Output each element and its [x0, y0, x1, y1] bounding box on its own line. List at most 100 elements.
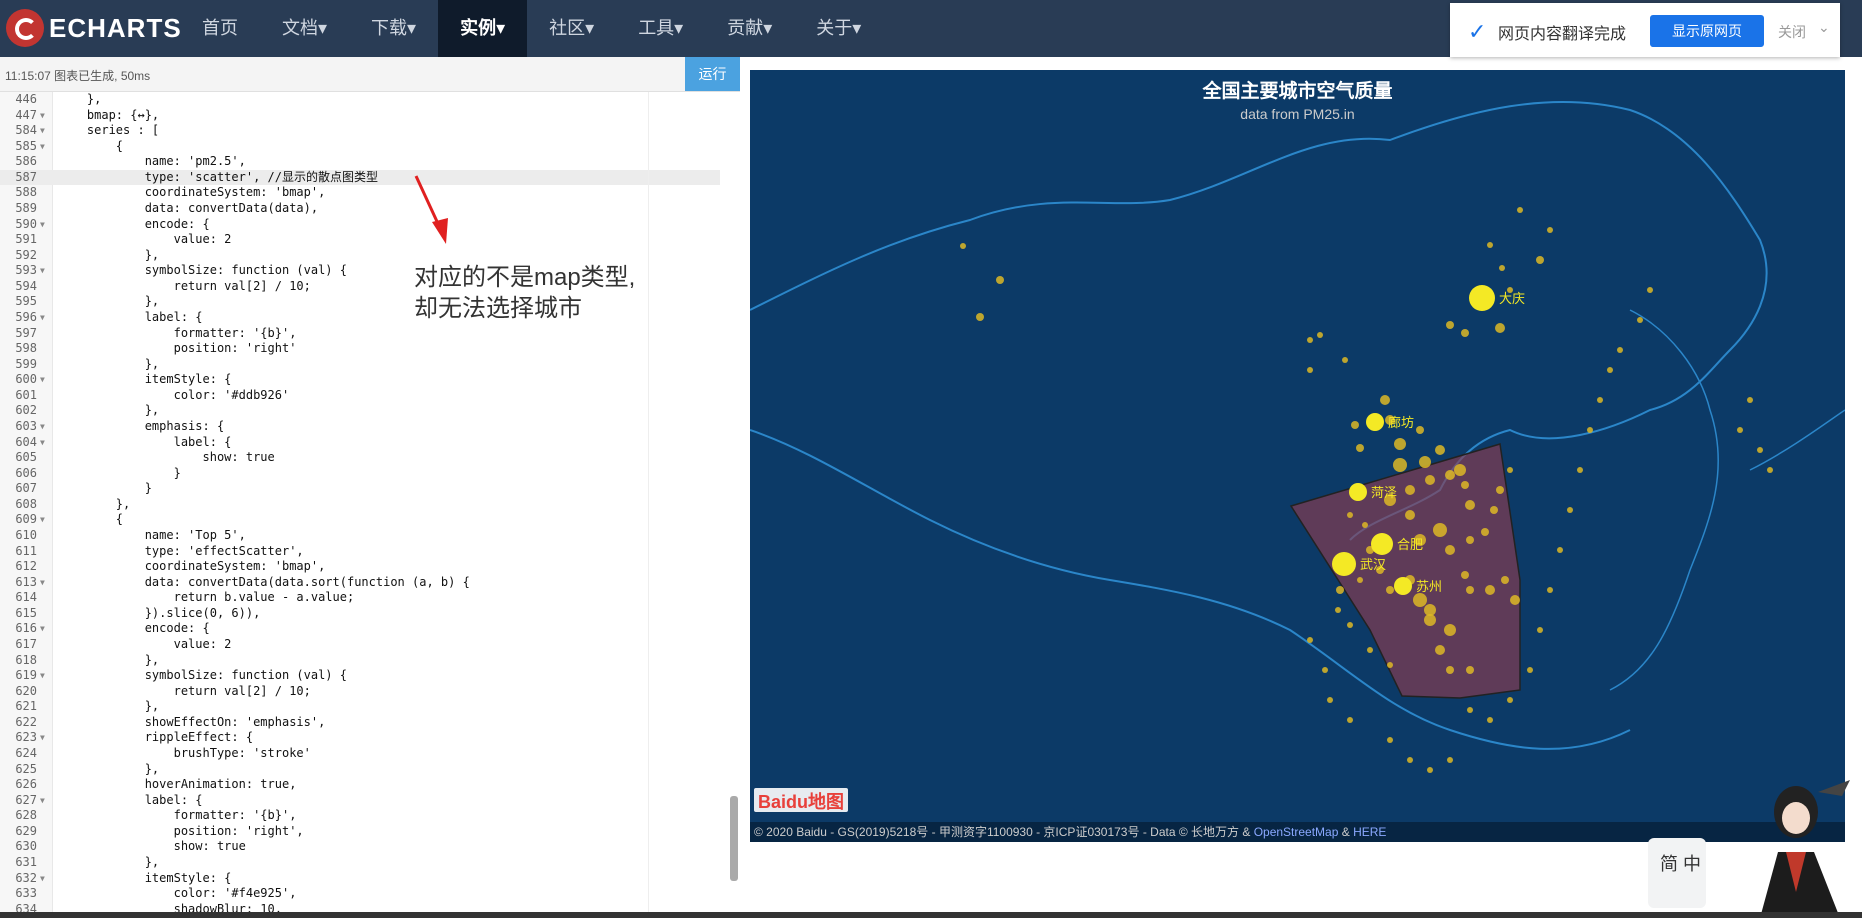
scatter-point[interactable] — [1446, 321, 1454, 329]
nav-item-5[interactable]: 工具▾ — [616, 0, 705, 57]
show-original-button[interactable]: 显示原网页 — [1650, 15, 1764, 47]
scatter-point[interactable] — [1416, 426, 1424, 434]
scatter-point[interactable] — [1407, 757, 1413, 763]
scatter-point[interactable] — [1424, 604, 1436, 616]
scatter-point[interactable] — [1351, 421, 1359, 429]
code-line[interactable]: 584 ▼ series : [ — [0, 123, 720, 139]
scatter-point[interactable] — [1357, 577, 1363, 583]
top-city-point[interactable] — [1366, 413, 1384, 431]
scatter-point[interactable] — [1307, 637, 1313, 643]
code-line[interactable]: 625 }, — [0, 762, 720, 778]
code-line[interactable]: 591 value: 2 — [0, 232, 720, 248]
scatter-point[interactable] — [1461, 481, 1469, 489]
code-line[interactable]: 616 ▼ encode: { — [0, 621, 720, 637]
scatter-point[interactable] — [1466, 586, 1474, 594]
scatter-point[interactable] — [1467, 707, 1473, 713]
scatter-point[interactable] — [1597, 397, 1603, 403]
run-button[interactable]: 运行 — [685, 57, 740, 91]
code-line[interactable]: 613 ▼ data: convertData(data.sort(functio… — [0, 575, 720, 591]
scatter-point[interactable] — [1617, 347, 1623, 353]
top-city-point[interactable] — [1349, 483, 1367, 501]
nav-item-0[interactable]: 首页 — [180, 0, 260, 57]
scatter-point[interactable] — [1446, 666, 1454, 674]
scatter-point[interactable] — [1419, 456, 1431, 468]
fold-arrow-icon[interactable]: ▼ — [40, 139, 45, 155]
code-line[interactable]: 586 name: 'pm2.5', — [0, 154, 720, 170]
scatter-point[interactable] — [1737, 427, 1743, 433]
code-line[interactable]: 605 show: true — [0, 450, 720, 466]
fold-arrow-icon[interactable]: ▼ — [40, 512, 45, 528]
code-line[interactable]: 600 ▼ itemStyle: { — [0, 372, 720, 388]
scatter-point[interactable] — [1447, 757, 1453, 763]
scatter-point[interactable] — [1405, 485, 1415, 495]
scatter-point[interactable] — [1362, 522, 1368, 528]
code-editor[interactable]: 446 }, 447 ▼ bmap: {↔}, 584 ▼ series : [585 ▼… — [0, 92, 740, 918]
scatter-point[interactable] — [1567, 507, 1573, 513]
scatter-point[interactable] — [1466, 536, 1474, 544]
top-city-point[interactable] — [1332, 552, 1356, 576]
code-line[interactable]: 619 ▼ symbolSize: function (val) { — [0, 668, 720, 684]
fold-arrow-icon[interactable]: ▼ — [40, 217, 45, 233]
code-line[interactable]: 632 ▼ itemStyle: { — [0, 871, 720, 887]
fold-arrow-icon[interactable]: ▼ — [40, 730, 45, 746]
code-line[interactable]: 599 }, — [0, 357, 720, 373]
scatter-point[interactable] — [1767, 467, 1773, 473]
scatter-point[interactable] — [1501, 576, 1509, 584]
code-line[interactable]: 588 coordinateSystem: 'bmap', — [0, 185, 720, 201]
scatter-point[interactable] — [1466, 666, 1474, 674]
code-line[interactable]: 585 ▼ { — [0, 139, 720, 155]
code-line[interactable]: 627 ▼ label: { — [0, 793, 720, 809]
fold-arrow-icon[interactable]: ▼ — [40, 123, 45, 139]
scatter-point[interactable] — [1405, 510, 1415, 520]
scatter-point[interactable] — [1336, 586, 1344, 594]
scatter-point[interactable] — [1487, 717, 1493, 723]
code-line[interactable]: 612 coordinateSystem: 'bmap', — [0, 559, 720, 575]
scatter-point[interactable] — [1335, 607, 1341, 613]
scatter-point[interactable] — [1435, 645, 1445, 655]
code-line[interactable]: 606 } — [0, 466, 720, 482]
scatter-point[interactable] — [976, 313, 984, 321]
scatter-point[interactable] — [1495, 323, 1505, 333]
bmap-chart[interactable]: 大庆 廊坊 菏泽 武汉 合肥 苏州 全国主要城市空气质量 data from PM25.i… — [750, 70, 1845, 842]
code-line[interactable]: 597 formatter: '{b}', — [0, 326, 720, 342]
fold-arrow-icon[interactable]: ▼ — [40, 621, 45, 637]
code-line[interactable]: 602 }, — [0, 403, 720, 419]
code-line[interactable]: 618 }, — [0, 653, 720, 669]
code-line[interactable]: 610 name: 'Top 5', — [0, 528, 720, 544]
code-line[interactable]: 620 return val[2] / 10; — [0, 684, 720, 700]
code-line[interactable]: 624 brushType: 'stroke' — [0, 746, 720, 762]
scatter-point[interactable] — [1445, 545, 1455, 555]
here-link[interactable]: HERE — [1353, 825, 1386, 839]
scatter-point[interactable] — [1387, 662, 1393, 668]
osm-link[interactable]: OpenStreetMap — [1254, 825, 1339, 839]
scatter-point[interactable] — [1496, 486, 1504, 494]
scatter-point[interactable] — [1547, 587, 1553, 593]
scatter-point[interactable] — [1367, 647, 1373, 653]
code-line[interactable]: 609 ▼ { — [0, 512, 720, 528]
scatter-point[interactable] — [1444, 624, 1456, 636]
scatter-point[interactable] — [1507, 697, 1513, 703]
code-line[interactable]: 447 ▼ bmap: {↔}, — [0, 108, 720, 124]
scatter-point[interactable] — [1499, 265, 1505, 271]
fold-arrow-icon[interactable]: ▼ — [40, 435, 45, 451]
scatter-point[interactable] — [1485, 585, 1495, 595]
echarts-logo[interactable]: ECHARTS — [6, 9, 182, 47]
nav-item-3[interactable]: 实例▾ — [438, 0, 528, 57]
fold-arrow-icon[interactable]: ▼ — [40, 372, 45, 388]
code-line[interactable]: 603 ▼ emphasis: { — [0, 419, 720, 435]
scatter-point[interactable] — [1757, 447, 1763, 453]
scatter-point[interactable] — [1747, 397, 1753, 403]
scatter-point[interactable] — [1386, 586, 1394, 594]
code-line[interactable]: 628 formatter: '{b}', — [0, 808, 720, 824]
scatter-point[interactable] — [1347, 622, 1353, 628]
scatter-point[interactable] — [1425, 475, 1435, 485]
nav-item-6[interactable]: 贡献▾ — [705, 0, 794, 57]
fold-arrow-icon[interactable]: ▼ — [40, 108, 45, 124]
code-line[interactable]: 626 hoverAnimation: true, — [0, 777, 720, 793]
fold-arrow-icon[interactable]: ▼ — [40, 419, 45, 435]
scatter-point[interactable] — [1347, 717, 1353, 723]
scatter-point[interactable] — [1487, 242, 1493, 248]
scatter-point[interactable] — [960, 243, 966, 249]
code-line[interactable]: 630 show: true — [0, 839, 720, 855]
code-line[interactable]: 611 type: 'effectScatter', — [0, 544, 720, 560]
